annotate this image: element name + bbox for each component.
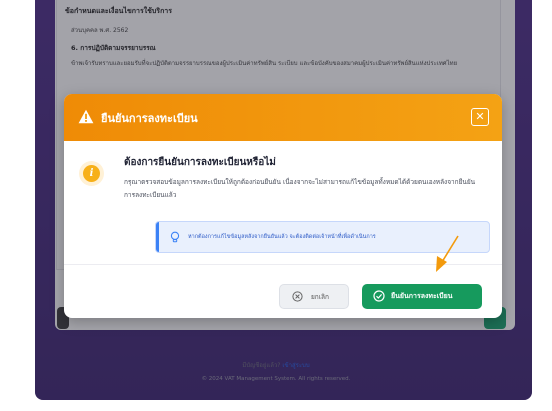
- info-icon: i: [79, 161, 104, 186]
- dialog-question: ต้องการยืนยันการลงทะเบียนหรือไม่: [124, 157, 276, 168]
- dialog-title: ยืนยันการลงทะเบียน: [101, 112, 198, 125]
- cancel-label: ยกเลิก: [311, 293, 329, 301]
- cancel-button[interactable]: ยกเลิก: [279, 284, 349, 309]
- dialog-header: ยืนยันการลงทะเบียน ✕: [64, 94, 502, 141]
- warning-icon: [78, 109, 94, 124]
- x-circle-icon: [292, 291, 303, 302]
- check-circle-icon: [373, 290, 385, 302]
- hint-text: หากต้องการแก้ไขข้อมูลหลังจากยืนยันแล้ว จ…: [188, 234, 376, 240]
- dialog-description: กรุณาตรวจสอบข้อมูลการลงทะเบียนให้ถูกต้อง…: [124, 178, 476, 199]
- close-icon[interactable]: ✕: [471, 108, 489, 126]
- hint-accent-bar: [156, 222, 159, 252]
- lightbulb-icon: [170, 231, 180, 243]
- dialog-divider: [64, 264, 502, 265]
- confirm-label: ยืนยันการลงทะเบียน: [391, 292, 453, 300]
- confirm-registration-button[interactable]: ยืนยันการลงทะเบียน: [362, 284, 482, 309]
- hint-box: หากต้องการแก้ไขข้อมูลหลังจากยืนยันแล้ว จ…: [155, 221, 490, 253]
- confirm-registration-dialog: ยืนยันการลงทะเบียน ✕ i ต้องการยืนยันการล…: [64, 94, 502, 318]
